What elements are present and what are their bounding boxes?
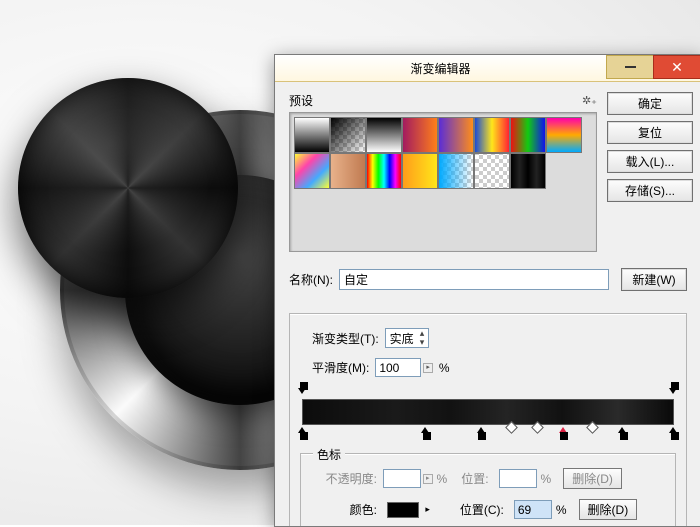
color-stop[interactable]: [421, 427, 430, 436]
close-button[interactable]: ✕: [653, 55, 700, 79]
preset-thumb[interactable]: [294, 153, 330, 189]
opacity-stop[interactable]: [669, 388, 678, 397]
stops-subpanel: 色标 不透明度: ▸ % 位置: % 删除(D) 颜色:: [300, 453, 676, 527]
gradient-panel: 渐变类型(T): 实底 ▴▾ 平滑度(M): 100 ▸ %: [289, 313, 687, 527]
color-stop[interactable]: [477, 427, 486, 436]
preset-thumb[interactable]: [330, 117, 366, 153]
preset-thumb[interactable]: [510, 117, 546, 153]
delete-opacity-stop-button: 删除(D): [563, 468, 622, 489]
presets-box[interactable]: [289, 112, 597, 252]
color-stop-active[interactable]: [559, 427, 568, 436]
presets-label: 预设: [289, 92, 313, 109]
preset-thumb[interactable]: [546, 117, 582, 153]
color-stop[interactable]: [298, 427, 307, 436]
smoothness-label: 平滑度(M):: [312, 359, 369, 376]
save-button[interactable]: 存储(S)...: [607, 179, 693, 202]
background-knob-top: [18, 78, 238, 298]
ok-button[interactable]: 确定: [607, 92, 693, 115]
color-stops-track[interactable]: [302, 425, 674, 437]
color-stop[interactable]: [618, 427, 627, 436]
preset-thumb[interactable]: [438, 153, 474, 189]
spinner-icon[interactable]: ▸: [423, 363, 433, 373]
preset-thumb[interactable]: [366, 153, 402, 189]
stops-panel-title: 色标: [313, 446, 345, 463]
position1-label: 位置:: [461, 470, 488, 487]
type-select[interactable]: 实底 ▴▾: [385, 328, 430, 348]
preset-thumb[interactable]: [402, 117, 438, 153]
preset-thumb[interactable]: [474, 117, 510, 153]
color-swatch[interactable]: [387, 502, 419, 518]
preset-thumb[interactable]: [438, 117, 474, 153]
opacity-stop[interactable]: [298, 388, 307, 397]
presets-menu-icon[interactable]: ✲₊: [582, 94, 597, 107]
preset-thumb[interactable]: [510, 153, 546, 189]
name-input[interactable]: [339, 269, 609, 290]
preset-thumb[interactable]: [366, 117, 402, 153]
dialog-title: 渐变编辑器: [275, 60, 606, 77]
close-icon: ✕: [671, 59, 683, 76]
percent-label: %: [439, 361, 450, 375]
select-arrows-icon: ▴▾: [420, 329, 425, 347]
color-stop[interactable]: [669, 427, 678, 436]
position2-field[interactable]: 69: [514, 500, 552, 519]
smoothness-field[interactable]: 100: [375, 358, 421, 377]
titlebar[interactable]: 渐变编辑器 ✕: [275, 55, 700, 82]
delete-color-stop-button[interactable]: 删除(D): [579, 499, 638, 520]
opacity-label: 不透明度:: [311, 470, 377, 487]
preset-thumb[interactable]: [294, 117, 330, 153]
reset-button[interactable]: 复位: [607, 121, 693, 144]
position2-label: 位置(C):: [460, 501, 504, 518]
new-button[interactable]: 新建(W): [621, 268, 687, 291]
preset-thumb[interactable]: [474, 153, 510, 189]
preset-thumb[interactable]: [402, 153, 438, 189]
gradient-preview[interactable]: [302, 399, 674, 425]
spinner-icon: ▸: [423, 474, 433, 484]
chevron-down-icon[interactable]: ▸: [425, 504, 430, 515]
position1-field: [499, 469, 537, 488]
opacity-stops-track[interactable]: [302, 387, 674, 399]
minimize-icon: [625, 66, 636, 68]
gradient-editor-dialog: 渐变编辑器 ✕ 预设 ✲₊: [274, 54, 700, 527]
color-label: 颜色:: [311, 501, 377, 518]
opacity-field: [383, 469, 421, 488]
name-label: 名称(N):: [289, 271, 333, 288]
minimize-button[interactable]: [606, 55, 653, 79]
preset-thumb[interactable]: [330, 153, 366, 189]
type-label: 渐变类型(T):: [312, 330, 379, 347]
load-button[interactable]: 载入(L)...: [607, 150, 693, 173]
